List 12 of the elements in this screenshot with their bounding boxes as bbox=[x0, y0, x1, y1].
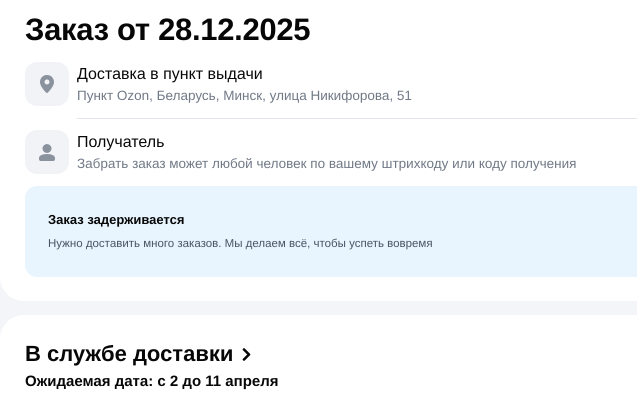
detail-subtitle: Пункт Ozon, Беларусь, Минск, улица Никифорова, 51 bbox=[77, 87, 413, 105]
detail-title: Доставка в пункт выдачи bbox=[77, 65, 264, 85]
expected-date: Ожидаемая дата: с 2 до 11 апреля bbox=[25, 373, 280, 390]
detail-title: Получатель bbox=[77, 133, 166, 153]
shipment-status-link[interactable]: В службе доставки bbox=[25, 341, 234, 367]
notice-text: Нужно доставить много заказов. Мы делаем всё, чтобы успеть вовремя bbox=[48, 238, 434, 250]
notice-title: Заказ задерживается bbox=[48, 212, 186, 228]
detail-subtitle: Забрать заказ может любой человек по вашему штрихкоду или коду получения bbox=[77, 155, 578, 173]
order-title: Заказ от 28.12.2025 bbox=[25, 12, 312, 48]
person-icon bbox=[39, 144, 55, 160]
chevron-right-icon[interactable] bbox=[242, 348, 252, 360]
location-pin-icon bbox=[40, 75, 54, 93]
